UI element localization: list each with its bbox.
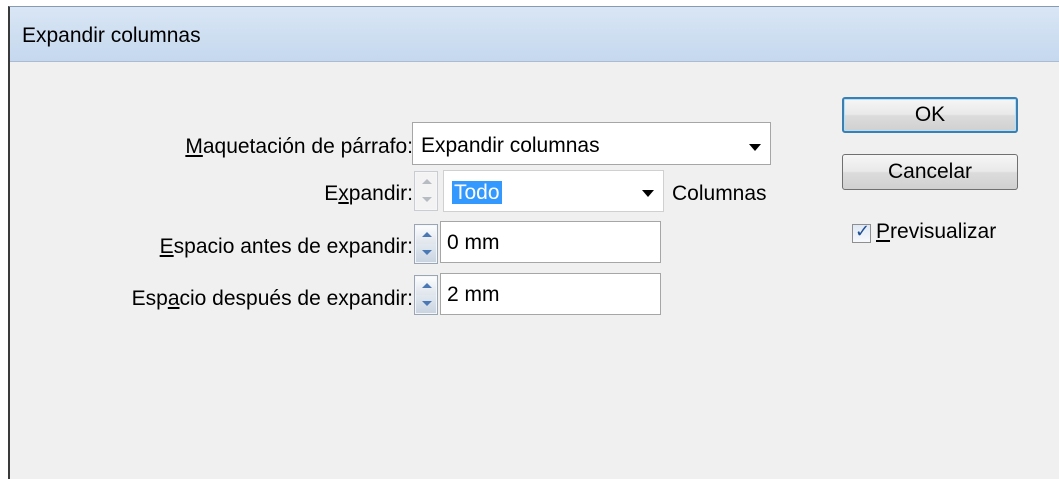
spinner-down-icon[interactable] — [416, 244, 436, 262]
space-after-label: Espacio después de expandir: — [131, 287, 413, 310]
layout-dropdown[interactable]: Expandir columnas — [412, 122, 771, 165]
preview-checkbox[interactable]: ✓ — [852, 221, 871, 243]
space-before-value: 0 mm — [447, 231, 500, 254]
chevron-down-icon — [749, 144, 761, 151]
spinner-up-icon[interactable] — [416, 277, 436, 295]
layout-dropdown-value: Expandir columnas — [421, 134, 600, 157]
window-title: Expandir columnas — [22, 24, 201, 47]
space-before-label: Espacio antes de expandir: — [159, 235, 413, 258]
spinner-down-icon[interactable] — [416, 295, 436, 313]
span-spinner[interactable] — [414, 171, 438, 211]
dialog-body: Maquetación de párrafo: Expandir columna… — [10, 62, 1059, 479]
ok-button[interactable]: OK — [842, 97, 1018, 133]
spinner-down-icon[interactable] — [416, 191, 436, 209]
preview-label[interactable]: Previsualizar — [876, 220, 996, 244]
cancel-button[interactable]: Cancelar — [842, 154, 1018, 190]
space-after-value: 2 mm — [447, 283, 500, 306]
span-dropdown-value: Todo — [452, 181, 502, 204]
title-bar: Expandir columnas — [10, 7, 1059, 62]
space-after-input[interactable]: 2 mm — [440, 273, 661, 315]
layout-label: Maquetación de párrafo: — [185, 135, 413, 158]
checkmark-icon: ✓ — [855, 221, 871, 242]
span-label: Expandir: — [324, 182, 413, 205]
spinner-up-icon[interactable] — [416, 226, 436, 244]
span-dropdown[interactable]: Todo — [443, 170, 664, 212]
space-after-spinner[interactable] — [414, 275, 438, 315]
space-before-input[interactable]: 0 mm — [440, 221, 661, 263]
dialog-window: Expandir columnas Maquetación de párrafo… — [8, 6, 1059, 479]
spinner-up-icon[interactable] — [416, 173, 436, 191]
chevron-down-icon — [642, 190, 654, 197]
span-suffix-label: Columnas — [672, 182, 767, 205]
space-before-spinner[interactable] — [414, 224, 438, 264]
